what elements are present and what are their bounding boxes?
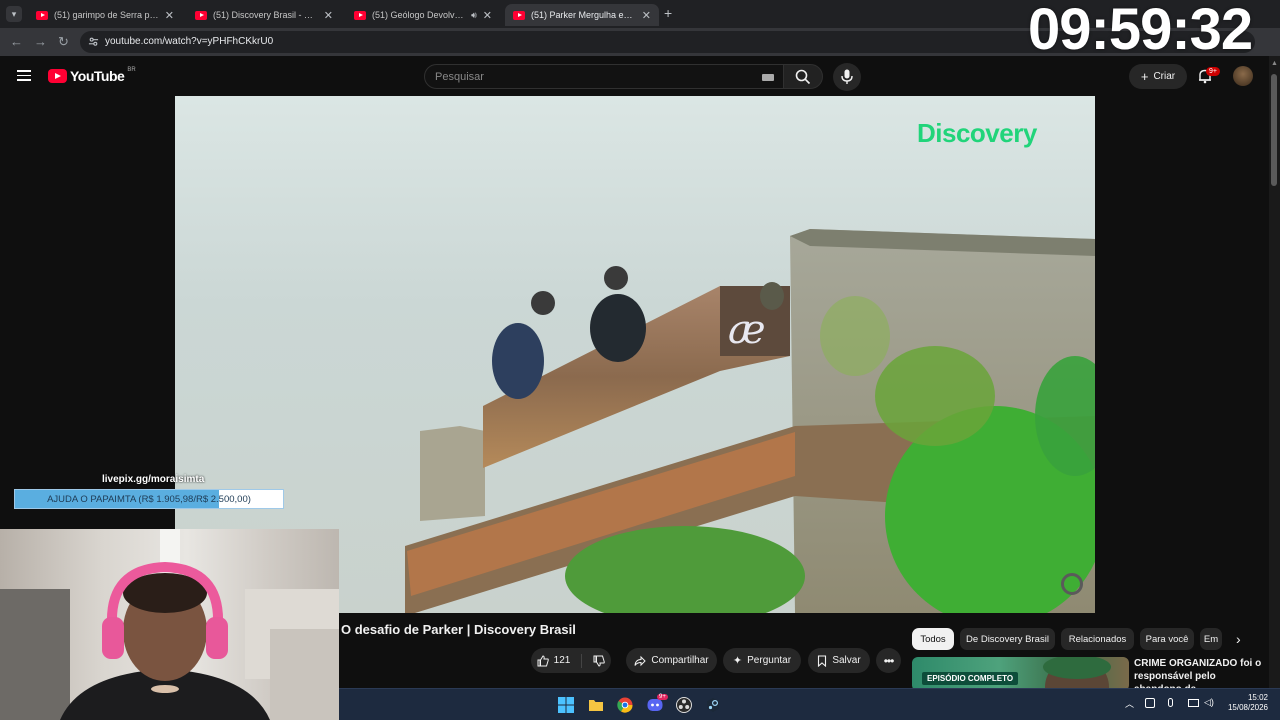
forward-arrow-icon[interactable]: → <box>34 34 47 49</box>
search-input[interactable]: Pesquisar <box>424 64 784 89</box>
like-button[interactable]: 121 <box>537 654 571 667</box>
bookmark-icon <box>818 654 827 667</box>
tab-title: (51) garimpo de Serra pelada. c <box>54 10 159 20</box>
chevron-right-icon[interactable]: › <box>1236 631 1241 647</box>
video-title: O desafio de Parker | Discovery Brasil <box>341 622 576 637</box>
close-tab-icon[interactable]: ✕ <box>324 9 333 22</box>
youtube-favicon-icon <box>195 10 207 20</box>
like-dislike-group: 121 <box>531 648 611 673</box>
chip-em[interactable]: Em <box>1200 628 1222 650</box>
url-text: youtube.com/watch?v=yPHFhCKkrU0 <box>105 36 274 47</box>
microphone-tray-icon[interactable] <box>1168 698 1173 707</box>
tab-title: (51) Discovery Brasil - YouTube <box>213 10 318 20</box>
reload-icon[interactable]: ↻ <box>58 34 69 50</box>
save-label: Salvar <box>832 655 861 666</box>
scrollbar-thumb[interactable] <box>1271 74 1277 186</box>
streamer-webcam <box>0 529 339 720</box>
like-count: 121 <box>553 655 571 666</box>
microphone-icon <box>841 69 853 84</box>
youtube-play-icon <box>48 69 67 83</box>
steam-icon[interactable] <box>705 697 721 713</box>
save-button[interactable]: Salvar <box>808 648 870 673</box>
obs-icon[interactable] <box>676 697 692 713</box>
chip-relacionados[interactable]: Relacionados <box>1061 628 1134 650</box>
discord-badge: 9+ <box>657 694 668 700</box>
search-placeholder: Pesquisar <box>435 71 484 83</box>
recommended-video-title[interactable]: CRIME ORGANIZADO foi o responsável pelo … <box>1134 657 1264 691</box>
share-button[interactable]: Compartilhar <box>626 648 717 673</box>
stream-clock-overlay: 09:59:32 <box>1028 0 1253 62</box>
plus-icon: + <box>1140 69 1149 84</box>
new-tab-button[interactable]: + <box>664 5 672 21</box>
browser-tab-3[interactable]: (51) Geólogo Devolve a Esp 🔊︎ ✕ <box>346 4 500 26</box>
close-tab-icon[interactable]: ✕ <box>642 9 651 22</box>
file-explorer-icon[interactable] <box>588 697 604 713</box>
notification-count-badge: 9+ <box>1206 67 1220 76</box>
speaker-icon[interactable]: 🔊︎ <box>471 10 477 21</box>
account-avatar[interactable] <box>1233 66 1253 86</box>
tray-app-icon[interactable] <box>1145 698 1155 708</box>
close-tab-icon[interactable]: ✕ <box>165 9 174 22</box>
full-episode-badge: EPISÓDIO COMPLETO <box>922 672 1019 685</box>
search-icon <box>795 69 811 85</box>
thumbs-down-icon[interactable] <box>593 655 606 667</box>
chip-todos[interactable]: Todos <box>912 628 954 650</box>
sparkle-icon: ✦ <box>732 655 743 667</box>
youtube-logo[interactable]: YouTube BR <box>48 67 136 84</box>
site-info-icon[interactable] <box>88 36 99 47</box>
youtube-favicon-icon <box>36 10 48 20</box>
tab-search-button[interactable]: ▾ <box>6 6 22 22</box>
youtube-wordmark: YouTube <box>70 68 125 84</box>
more-dots-icon: ••• <box>883 653 895 668</box>
voice-search-button[interactable] <box>833 63 861 91</box>
tab-title: (51) Parker Mergulha em Lago <box>531 10 636 20</box>
like-divider <box>581 653 583 668</box>
livepix-link: livepix.gg/moraisimta <box>102 474 205 485</box>
hamburger-menu-icon[interactable] <box>17 70 31 81</box>
tab-title: (51) Geólogo Devolve a Esp <box>372 10 468 20</box>
chip-para-voce[interactable]: Para você <box>1140 628 1194 650</box>
ask-label: Perguntar <box>747 655 792 666</box>
discovery-logo: Discovery <box>917 118 1037 148</box>
page-scrollbar[interactable]: ▲ <box>1269 56 1280 720</box>
share-icon <box>634 655 647 666</box>
donation-goal-text: AJUDA O PAPAIMTA (R$ 1.905,98/R$ 2.500,0… <box>47 494 251 505</box>
browser-tab-4[interactable]: (51) Parker Mergulha em Lago ✕ <box>505 4 659 26</box>
volume-icon[interactable]: ◁) <box>1204 697 1214 708</box>
tray-chevron-up-icon[interactable]: ︿ <box>1125 697 1134 710</box>
scroll-up-arrow-icon[interactable]: ▲ <box>1271 60 1278 67</box>
chip-de-discovery-brasil[interactable]: De Discovery Brasil <box>960 628 1055 650</box>
youtube-favicon-icon <box>354 10 366 20</box>
channel-watermark-icon[interactable] <box>1061 573 1083 595</box>
svg-text:æ: æ <box>728 307 766 353</box>
tray-date[interactable]: 15/08/2026 <box>1214 703 1268 712</box>
browser-tab-1[interactable]: (51) garimpo de Serra pelada. c ✕ <box>28 4 182 26</box>
keyboard-icon[interactable] <box>762 74 774 81</box>
youtube-favicon-icon <box>513 10 525 20</box>
search-button[interactable] <box>783 64 823 89</box>
ask-button[interactable]: ✦ Perguntar <box>723 648 801 673</box>
webcam-scene <box>0 529 339 720</box>
network-icon[interactable] <box>1188 699 1199 707</box>
youtube-header: YouTube BR Pesquisar + Criar 9+ <box>0 56 1280 96</box>
chrome-icon[interactable] <box>617 697 633 713</box>
browser-tab-2[interactable]: (51) Discovery Brasil - YouTube ✕ <box>187 4 341 26</box>
create-label: Criar <box>1153 71 1176 82</box>
thumbs-up-icon <box>537 654 549 666</box>
country-code: BR <box>127 67 136 73</box>
donation-goal-bar: AJUDA O PAPAIMTA (R$ 1.905,98/R$ 2.500,0… <box>14 489 284 509</box>
close-tab-icon[interactable]: ✕ <box>483 9 492 22</box>
back-arrow-icon[interactable]: ← <box>10 34 23 49</box>
create-button[interactable]: + Criar <box>1129 64 1187 89</box>
windows-start-icon[interactable] <box>558 697 574 713</box>
more-actions-button[interactable]: ••• <box>876 648 901 673</box>
tray-time[interactable]: 15:02 <box>1224 693 1268 703</box>
windows-taskbar <box>339 688 1280 720</box>
share-label: Compartilhar <box>651 655 709 666</box>
